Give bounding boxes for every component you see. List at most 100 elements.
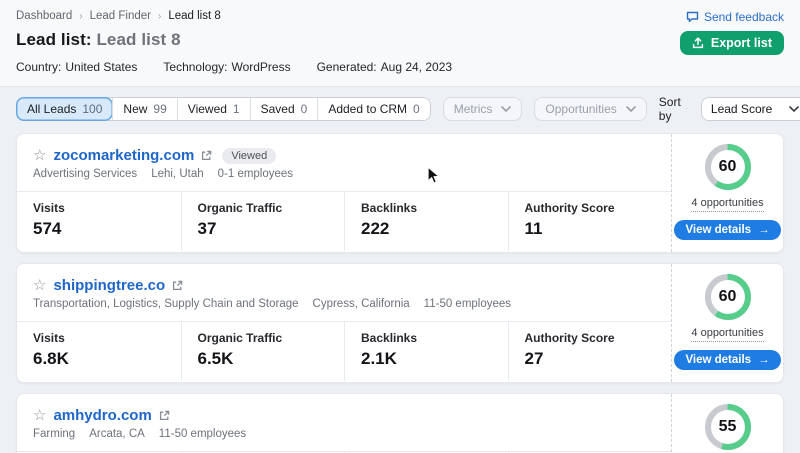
lead-card-main: ☆ shippingtree.co Transportation, Logist… [17,264,671,382]
opportunities-dropdown[interactable]: Opportunities [534,97,646,121]
lead-list: ☆ zocomarketing.com Viewed Advertising S… [0,130,800,453]
viewed-badge: Viewed [222,148,276,164]
chevron-down-icon [626,106,636,112]
tab-new-label: New [123,102,147,116]
opportunities-dropdown-label: Opportunities [545,102,616,116]
tab-viewed-count: 1 [233,102,240,116]
sort-by-select[interactable]: Lead Score [701,97,800,121]
lead-card-main: ☆ zocomarketing.com Viewed Advertising S… [17,134,671,252]
view-details-button[interactable]: View details → [674,350,780,370]
sort-by-label: Sort by [659,95,693,123]
metric-visits: Visits 6.8K [17,322,181,381]
favorite-star-icon[interactable]: ☆ [33,408,46,423]
meta-technology-value: WordPress [231,60,290,74]
metric-authority-score: Authority Score 11 [508,192,672,251]
tab-added-to-crm[interactable]: Added to CRM 0 [317,98,429,120]
lead-employees: 0-1 employees [218,168,293,180]
meta-generated-value: Aug 24, 2023 [381,60,452,74]
tab-saved-label: Saved [261,102,295,116]
export-list-label: Export list [711,36,772,50]
sort-by-value: Lead Score [711,102,772,116]
list-meta: Country: United States Technology: WordP… [16,60,784,74]
chevron-down-icon [789,106,799,112]
view-details-button[interactable]: View details → [674,220,780,240]
meta-technology: Technology: WordPress [163,60,290,74]
tab-viewed[interactable]: Viewed 1 [177,98,250,120]
lead-card-main: ☆ amhydro.com Farming Arcata, CA 11-50 e… [17,394,671,453]
favorite-star-icon[interactable]: ☆ [33,278,46,293]
tab-all-leads-label: All Leads [27,102,76,116]
lead-company-info: Advertising Services Lehi, Utah 0-1 empl… [17,167,671,191]
metric-authority-score-value: 27 [525,349,656,369]
metric-backlinks-value: 222 [361,219,492,239]
metric-organic-traffic: Organic Traffic 37 [181,192,345,251]
meta-country-value: United States [65,60,137,74]
feedback-bubble-icon [686,11,699,23]
metric-organic-traffic-value: 37 [198,219,329,239]
lead-industry: Farming [33,428,75,440]
external-link-icon[interactable] [159,410,170,421]
metric-authority-score-label: Authority Score [525,331,656,345]
chevron-down-icon [501,106,511,112]
metric-visits: Visits 574 [17,192,181,251]
lead-card: ☆ amhydro.com Farming Arcata, CA 11-50 e… [16,393,784,453]
lead-domain-link[interactable]: shippingtree.co [53,277,165,294]
page-title: Lead list: Lead list 8 [16,30,784,50]
sort-controls: Sort by Lead Score [659,95,800,123]
meta-country-label: Country: [16,60,61,74]
meta-generated: Generated: Aug 24, 2023 [317,60,452,74]
breadcrumb-item-lead-finder[interactable]: Lead Finder [90,10,151,22]
opportunities-link[interactable]: 4 opportunities [691,327,763,342]
tab-new-count: 99 [153,102,166,116]
send-feedback-link[interactable]: Send feedback [686,10,784,24]
lead-score-value: 60 [704,273,752,321]
metric-backlinks-label: Backlinks [361,201,492,215]
metrics-dropdown[interactable]: Metrics [443,97,523,121]
arrow-right-icon: → [758,224,770,236]
metric-organic-traffic-label: Organic Traffic [198,201,329,215]
lead-score-panel: 60 4 opportunities View details → [671,134,783,252]
arrow-right-icon: → [758,354,770,366]
tab-saved-count: 0 [301,102,308,116]
metric-organic-traffic-label: Organic Traffic [198,331,329,345]
lead-location: Cypress, California [313,298,410,310]
metric-backlinks-label: Backlinks [361,331,492,345]
metric-visits-value: 6.8K [33,349,165,369]
tab-all-leads-count: 100 [82,102,102,116]
lead-card: ☆ shippingtree.co Transportation, Logist… [16,263,784,383]
lead-card-header: ☆ zocomarketing.com Viewed [17,134,671,167]
metrics-dropdown-label: Metrics [454,102,493,116]
lead-score-panel: 55 3 opportunities View details → [671,394,783,453]
breadcrumb-item-dashboard[interactable]: Dashboard [16,10,72,22]
filters-toolbar: All Leads 100 New 99 Viewed 1 Saved 0 Ad… [0,87,800,130]
metric-authority-score-label: Authority Score [525,201,656,215]
lead-card-header: ☆ amhydro.com [17,394,671,427]
tab-new[interactable]: New 99 [112,98,176,120]
metric-organic-traffic-value: 6.5K [198,349,329,369]
tab-added-to-crm-count: 0 [413,102,420,116]
lead-employees: 11-50 employees [159,428,246,440]
meta-country: Country: United States [16,60,137,74]
lead-domain-link[interactable]: zocomarketing.com [53,147,194,164]
metric-backlinks: Backlinks 222 [344,192,508,251]
tab-saved[interactable]: Saved 0 [250,98,318,120]
metric-backlinks: Backlinks 2.1K [344,322,508,381]
view-details-label: View details [685,224,751,236]
metric-visits-label: Visits [33,201,165,215]
metric-authority-score: Authority Score 27 [508,322,672,381]
favorite-star-icon[interactable]: ☆ [33,148,46,163]
external-link-icon[interactable] [172,280,183,291]
external-link-icon[interactable] [201,150,212,161]
lead-score-donut: 60 [704,143,752,191]
send-feedback-label: Send feedback [704,10,784,24]
lead-status-tabs: All Leads 100 New 99 Viewed 1 Saved 0 Ad… [16,97,431,121]
tab-all-leads[interactable]: All Leads 100 [16,97,113,121]
lead-location: Arcata, CA [89,428,145,440]
lead-industry: Advertising Services [33,168,137,180]
export-list-button[interactable]: Export list [680,31,784,55]
breadcrumb-separator: › [158,11,161,22]
opportunities-link[interactable]: 4 opportunities [691,197,763,212]
lead-employees: 11-50 employees [424,298,511,310]
lead-metrics: Visits 574 Organic Traffic 37 Backlinks … [17,191,671,251]
lead-domain-link[interactable]: amhydro.com [53,407,151,424]
